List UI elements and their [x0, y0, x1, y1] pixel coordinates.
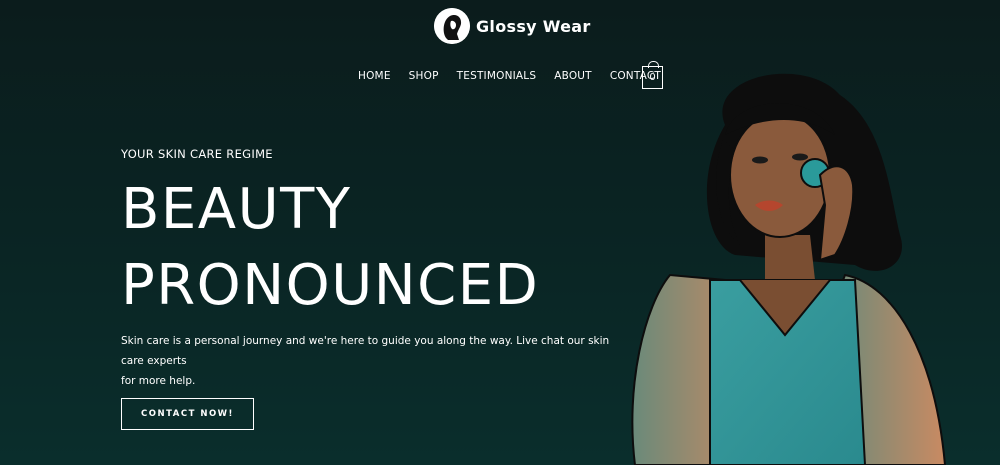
description-line-2: for more help. — [121, 375, 196, 387]
nav-testimonials[interactable]: TESTIMONIALS — [457, 70, 537, 82]
hero-description: Skin care is a personal journey and we'r… — [121, 331, 631, 391]
hero-headline: BEAUTY PRONOUNCED — [121, 172, 539, 324]
brand-logo[interactable]: Glossy Wear — [434, 8, 591, 44]
nav-shop[interactable]: SHOP — [409, 70, 439, 82]
description-line-1: Skin care is a personal journey and we'r… — [121, 335, 610, 367]
brand-name: Glossy Wear — [476, 16, 591, 36]
contact-now-button[interactable]: CONTACT NOW! — [121, 398, 254, 430]
woman-illustration — [615, 65, 1000, 465]
hero-eyebrow: YOUR SKIN CARE REGIME — [121, 147, 273, 161]
nav-home[interactable]: HOME — [358, 70, 391, 82]
headline-line-1: BEAUTY — [121, 177, 352, 242]
headline-line-2: PRONOUNCED — [121, 253, 540, 318]
nav-about[interactable]: ABOUT — [554, 70, 592, 82]
woman-silhouette-icon — [434, 8, 470, 44]
